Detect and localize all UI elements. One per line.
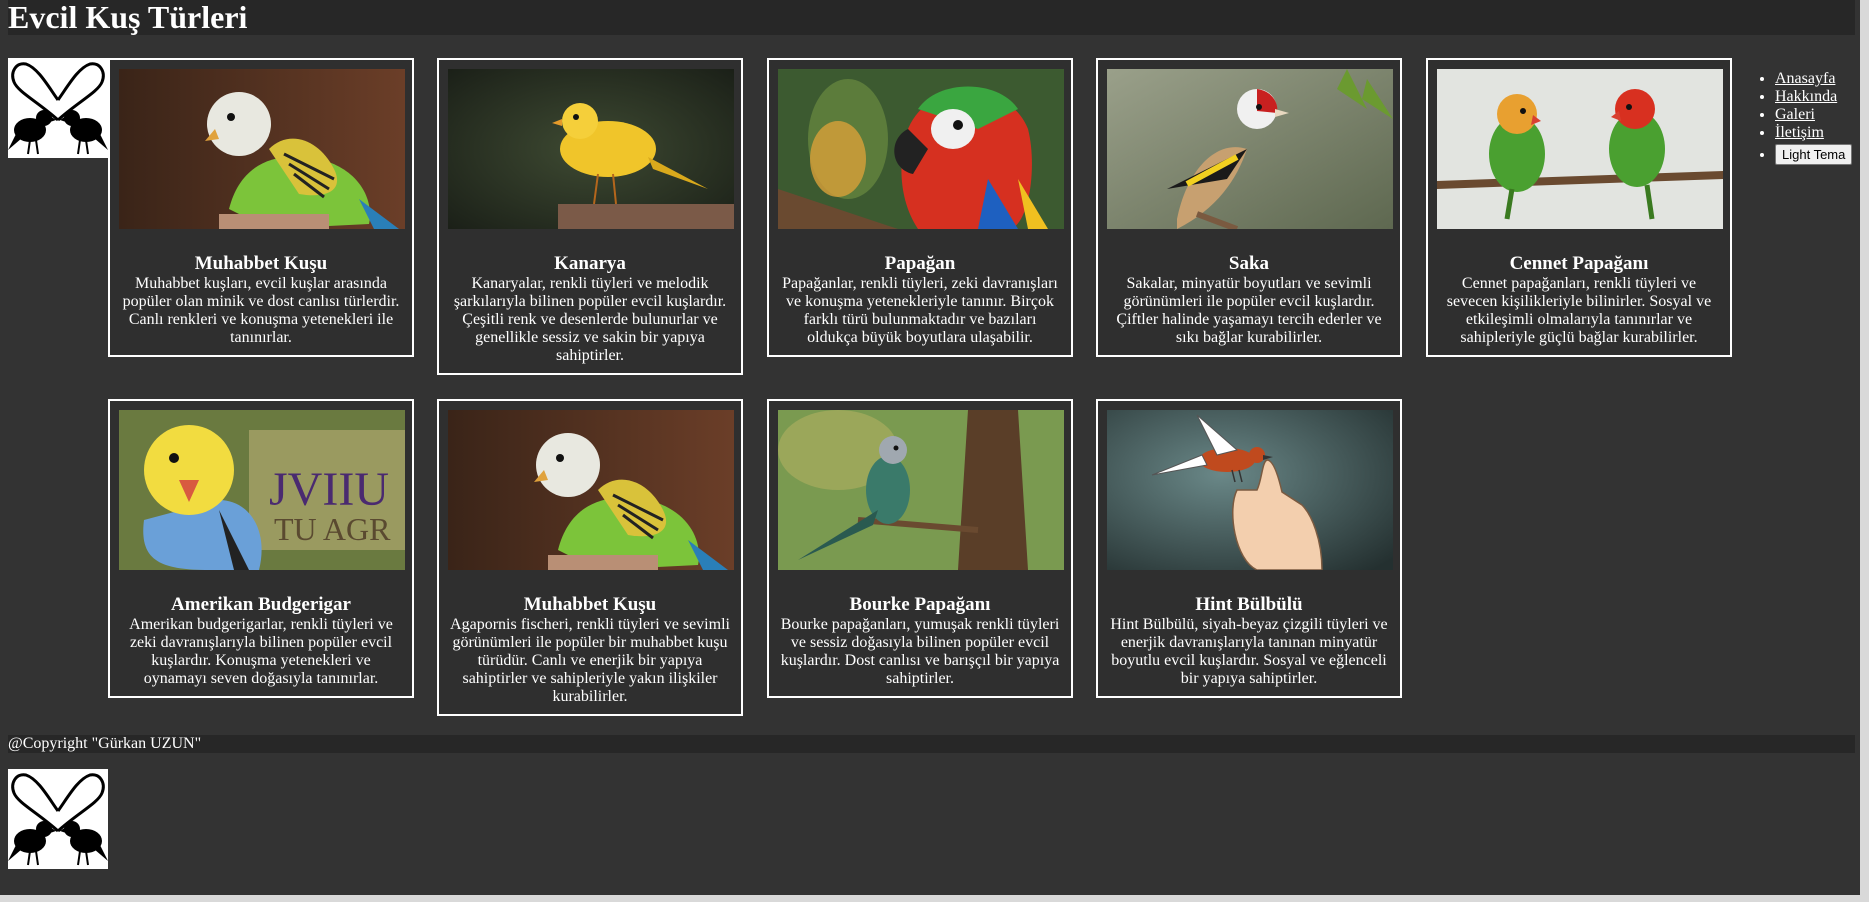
card-title: Bourke Papağanı bbox=[849, 594, 991, 615]
bird-card: Bourke Papağanı Bourke papağanları, yumu… bbox=[767, 399, 1073, 698]
nav-link-galeri[interactable]: Galeri bbox=[1775, 106, 1815, 123]
sign-text-line-2: TU AGR bbox=[274, 511, 391, 547]
card-title: Papağan bbox=[884, 253, 956, 274]
bird-card: Saka Sakalar, minyatür boyutları ve sevi… bbox=[1096, 58, 1402, 357]
card-description: Cennet papağanları, renkli tüyleri ve se… bbox=[1446, 275, 1712, 346]
card-description: Papağanlar, renkli tüyleri, zeki davranı… bbox=[782, 275, 1058, 346]
page: Evcil Kuş Türleri Anasayfa Hakkında Gale… bbox=[0, 0, 1860, 895]
theme-toggle-button[interactable]: Light Tema bbox=[1775, 144, 1853, 165]
bird-card: Hint Bülbülü Hint Bülbülü, siyah-beyaz ç… bbox=[1096, 399, 1402, 698]
bird-card: JVIIU TU AGR Amerikan Budgerigar Amerika… bbox=[108, 399, 414, 698]
card-description: Agapornis fischeri, renkli tüyleri ve se… bbox=[450, 616, 730, 705]
card-description: Kanaryalar, renkli tüyleri ve melodik şa… bbox=[453, 275, 727, 364]
bird-card: Muhabbet Kuşu Agapornis fischeri, renkli… bbox=[437, 399, 743, 716]
lovebirds-logo-icon bbox=[8, 769, 108, 869]
bird-card: Papağan Papağanlar, renkli tüyleri, zeki… bbox=[767, 58, 1073, 357]
goldfinch-photo-icon bbox=[1107, 69, 1393, 229]
card-description: Amerikan budgerigarlar, renkli tüyleri v… bbox=[129, 616, 393, 687]
canary-photo-icon bbox=[448, 69, 734, 229]
card-description: Sakalar, minyatür boyutları ve sevimli g… bbox=[1116, 275, 1382, 346]
page-title: Evcil Kuş Türleri bbox=[8, 0, 248, 35]
nav-item-galeri: Galeri bbox=[1775, 106, 1852, 124]
card-title: Muhabbet Kuşu bbox=[194, 253, 328, 274]
lovebirds-logo-icon bbox=[8, 58, 108, 158]
budgerigar-yellow-photo-icon: JVIIU TU AGR bbox=[119, 410, 405, 570]
nav-link-hakkinda[interactable]: Hakkında bbox=[1775, 88, 1837, 105]
card-title: Hint Bülbülü bbox=[1195, 594, 1303, 615]
card-title: Kanarya bbox=[554, 253, 626, 274]
nav-link-anasayfa[interactable]: Anasayfa bbox=[1775, 70, 1835, 87]
card-description: Bourke papağanları, yumuşak renkli tüyle… bbox=[780, 616, 1060, 687]
bird-card: Kanarya Kanaryalar, renkli tüyleri ve me… bbox=[437, 58, 743, 375]
budgerigar-photo-icon bbox=[119, 69, 405, 229]
footer-bar bbox=[8, 735, 1855, 753]
nav-item-theme: Light Tema bbox=[1775, 142, 1853, 165]
nav-item-anasayfa: Anasayfa bbox=[1775, 70, 1852, 88]
header-bar bbox=[8, 0, 1855, 35]
bird-on-hand-illustration-icon bbox=[1107, 410, 1393, 570]
nav-menu: Anasayfa Hakkında Galeri İletişim Light … bbox=[1753, 70, 1853, 165]
card-title: Amerikan Budgerigar bbox=[171, 594, 351, 615]
budgerigar-photo-icon bbox=[448, 410, 734, 570]
card-title: Muhabbet Kuşu bbox=[523, 594, 657, 615]
copyright-text: @Copyright "Gürkan UZUN" bbox=[8, 735, 202, 752]
parrot-photo-icon bbox=[778, 69, 1064, 229]
bird-card: Cennet Papağanı Cennet papağanları, renk… bbox=[1426, 58, 1732, 357]
card-title: Cennet Papağanı bbox=[1509, 253, 1649, 274]
bourke-parrot-photo-icon bbox=[778, 410, 1064, 570]
nav-item-iletisim: İletişim bbox=[1775, 124, 1852, 142]
nav-item-hakkinda: Hakkında bbox=[1775, 88, 1852, 106]
lovebirds-photo-icon bbox=[1437, 69, 1723, 229]
bird-card: Muhabbet Kuşu Muhabbet kuşları, evcil ku… bbox=[108, 58, 414, 357]
card-title: Saka bbox=[1228, 253, 1270, 274]
nav-link-iletisim[interactable]: İletişim bbox=[1775, 124, 1824, 141]
card-description: Muhabbet kuşları, evcil kuşlar arasında … bbox=[122, 275, 400, 346]
sign-text-line-1: JVIIU bbox=[269, 463, 389, 516]
card-description: Hint Bülbülü, siyah-beyaz çizgili tüyler… bbox=[1110, 616, 1388, 687]
